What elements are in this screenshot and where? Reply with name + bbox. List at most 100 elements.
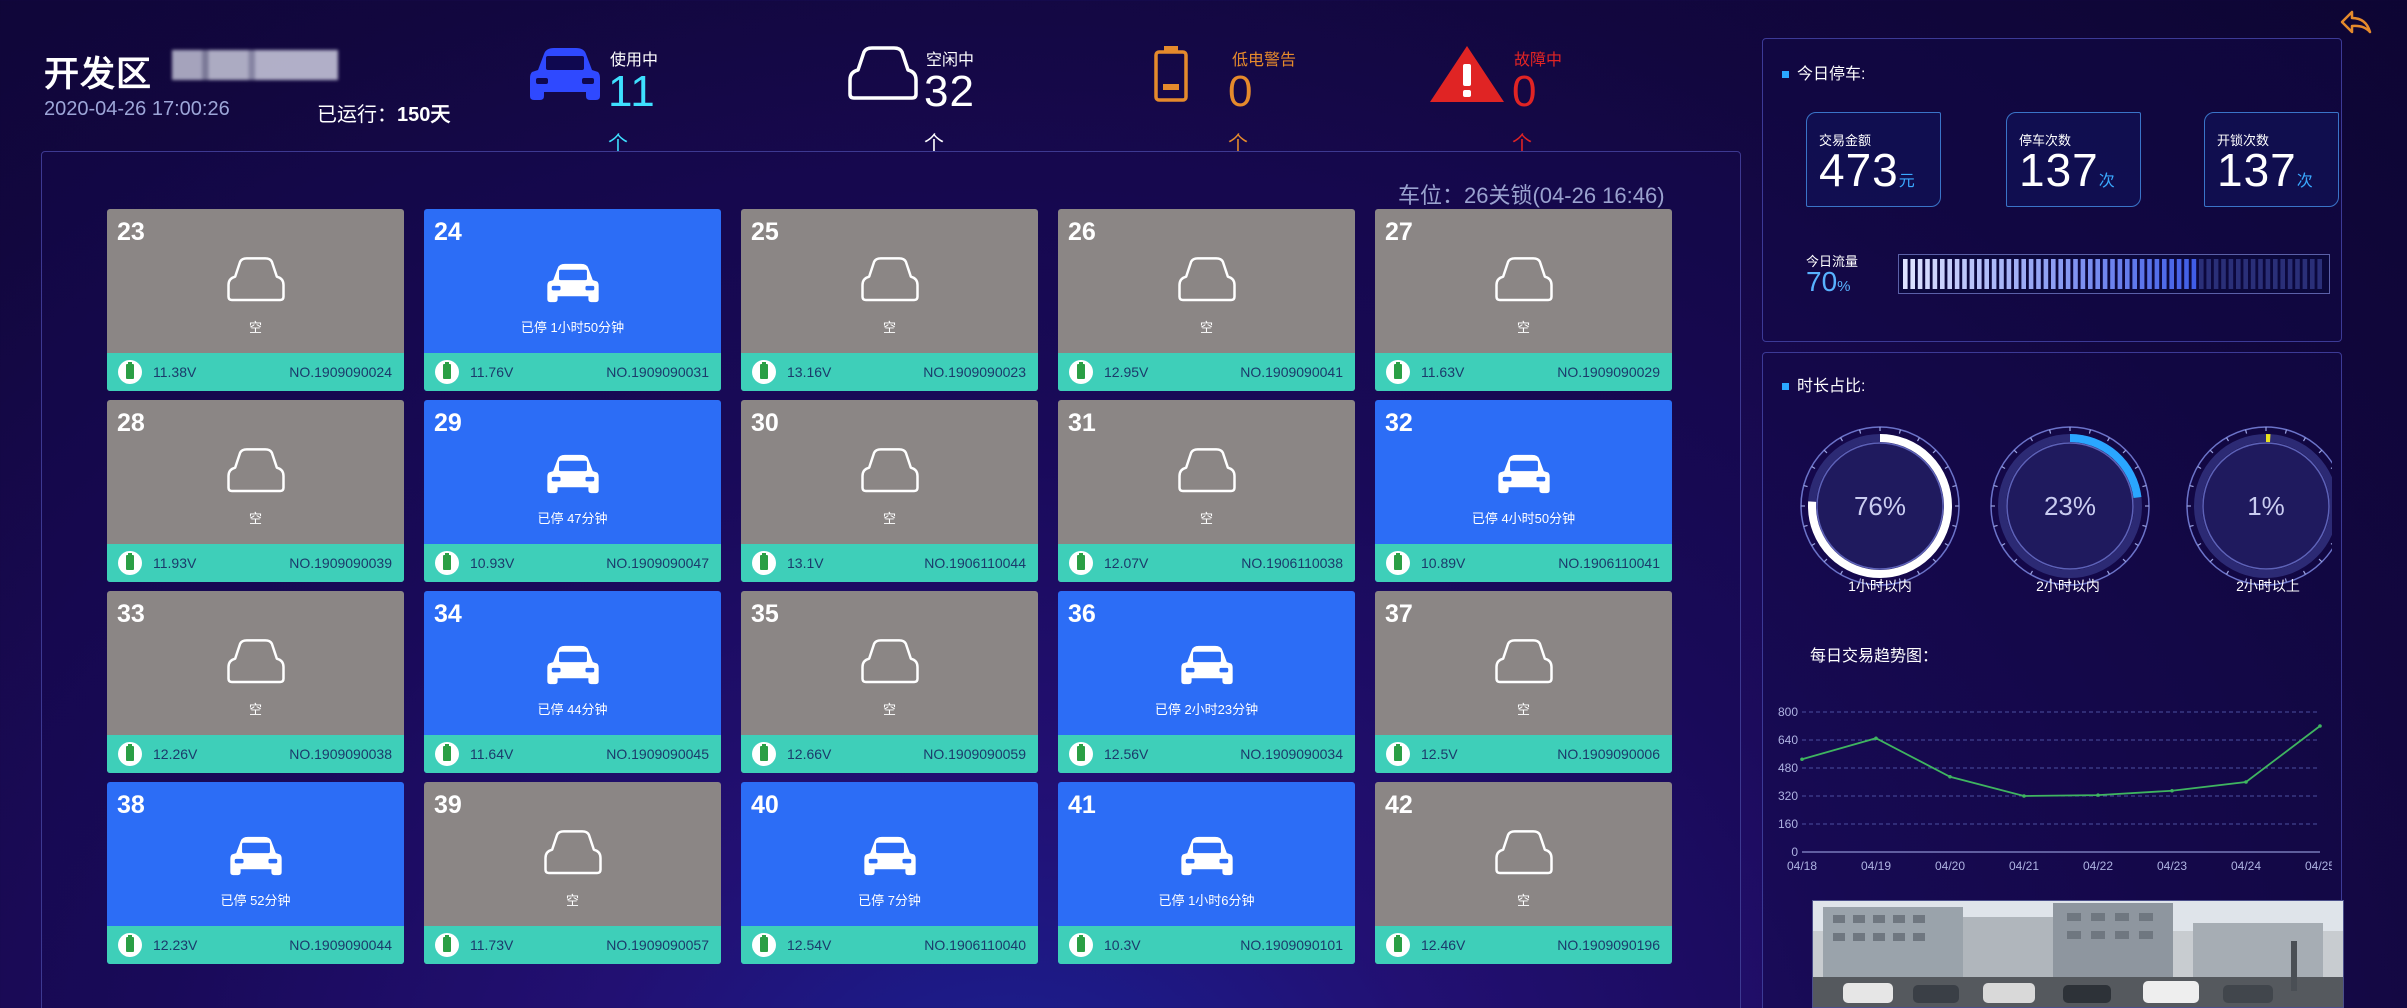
y-tick-label: 160 — [1778, 817, 1798, 831]
trend-point — [1948, 774, 1952, 779]
bay-voltage: 11.63V — [1421, 364, 1465, 380]
flow-segment-filled — [2169, 259, 2174, 289]
bay-footer: 11.73V NO.1909090057 — [424, 926, 721, 964]
duration-donut: 23% — [1990, 426, 2150, 586]
bay-footer: 11.63V NO.1909090029 — [1375, 353, 1672, 391]
parking-bay[interactable]: 40 已停 7分钟 12.54V NO.1906110040 — [741, 782, 1038, 964]
bay-footer: 11.38V NO.1909090024 — [107, 353, 404, 391]
parking-bay[interactable]: 32 已停 4小时50分钟 10.89V NO.1906110041 — [1375, 400, 1672, 582]
flow-segment-empty — [2228, 259, 2234, 289]
parking-bay[interactable]: 38 已停 52分钟 12.23V NO.1909090044 — [107, 782, 404, 964]
bay-number: 40 — [751, 791, 779, 819]
parking-bay[interactable]: 27 空 11.63V NO.1909090029 — [1375, 209, 1672, 391]
parking-bay[interactable]: 30 空 13.1V NO.1906110044 — [741, 400, 1038, 582]
bay-device-id: NO.1909090101 — [1240, 937, 1343, 953]
bay-footer: 12.26V NO.1909090038 — [107, 735, 404, 773]
y-tick-label: 0 — [1791, 845, 1798, 859]
battery-icon — [435, 360, 459, 384]
flow-segment-filled — [2058, 259, 2063, 289]
flow-segment-filled — [1991, 259, 1997, 289]
bay-voltage: 12.95V — [1104, 364, 1149, 380]
x-tick-label: 04/22 — [2083, 859, 2113, 873]
parking-bay[interactable]: 23 空 11.38V NO.1909090024 — [107, 209, 404, 391]
battery-icon — [118, 742, 142, 766]
parking-bay[interactable]: 29 已停 47分钟 10.93V NO.1909090047 — [424, 400, 721, 582]
battery-icon — [1386, 933, 1410, 957]
bay-device-id: NO.1906110040 — [924, 937, 1026, 953]
x-tick-label: 04/23 — [2157, 859, 2187, 873]
flow-segment-filled — [2132, 259, 2137, 289]
bay-status: 空 — [882, 511, 896, 526]
parking-bay[interactable]: 24 已停 1小时50分钟 11.76V NO.1909090031 — [424, 209, 721, 391]
flow-segment-empty — [2295, 259, 2300, 289]
bay-status: 空 — [1199, 320, 1213, 335]
today-flow-value: 70% — [1806, 266, 1851, 297]
bay-device-id: NO.1909090039 — [289, 555, 392, 571]
flow-segment-empty — [2273, 259, 2278, 289]
parking-bay[interactable]: 25 空 13.16V NO.1909090023 — [741, 209, 1038, 391]
car-outline-icon — [848, 46, 918, 100]
flow-segment-filled — [1999, 259, 2004, 289]
bay-device-id: NO.1909090031 — [606, 364, 709, 380]
bay-footer: 12.46V NO.1909090196 — [1375, 926, 1672, 964]
parking-bay[interactable]: 36 已停 2小时23分钟 12.56V NO.1909090034 — [1058, 591, 1355, 773]
today-parking-title: 今日停车: — [1782, 60, 1865, 84]
donut-label-2h: 2小时以内 — [2036, 578, 2100, 594]
parking-bay[interactable]: 26 空 12.95V NO.1909090041 — [1058, 209, 1355, 391]
bay-voltage: 12.46V — [1421, 937, 1466, 953]
car-outline-icon — [225, 446, 287, 501]
donut-label-over-2h: 2小时以上 — [2236, 578, 2300, 594]
flow-segment-filled — [2036, 259, 2041, 289]
flow-segment-filled — [1910, 259, 1915, 289]
parking-bay[interactable]: 34 已停 44分钟 11.64V NO.1909090045 — [424, 591, 721, 773]
back-icon[interactable] — [2336, 8, 2376, 38]
bay-voltage: 10.3V — [1104, 937, 1141, 953]
battery-low-icon — [1154, 46, 1188, 102]
flow-segment-filled — [1969, 259, 1975, 289]
parking-bay[interactable]: 41 已停 1小时6分钟 10.3V NO.1909090101 — [1058, 782, 1355, 964]
donut-percent-text: 76% — [1854, 491, 1906, 521]
bay-status: 空 — [1516, 702, 1530, 717]
bay-device-id: NO.1909090196 — [1557, 937, 1660, 953]
bay-device-id: NO.1909090029 — [1557, 364, 1660, 380]
kpi-unlock-count: 开锁次数 137次 — [2204, 112, 2339, 207]
flow-segment-empty — [2206, 259, 2211, 289]
battery-icon — [1069, 742, 1093, 766]
flow-segment-filled — [2139, 259, 2145, 289]
flow-segment-filled — [2080, 259, 2086, 289]
battery-icon — [1069, 551, 1093, 575]
parking-bay[interactable]: 39 空 11.73V NO.1909090057 — [424, 782, 721, 964]
parking-bay[interactable]: 31 空 12.07V NO.1906110038 — [1058, 400, 1355, 582]
bay-number: 41 — [1068, 791, 1096, 819]
flow-segment-filled — [1984, 259, 1989, 289]
battery-icon — [752, 933, 776, 957]
trend-chart-title: 每日交易趋势图： — [1810, 648, 1939, 665]
bay-voltage: 11.73V — [470, 937, 514, 953]
bay-footer: 11.93V NO.1909090039 — [107, 544, 404, 582]
parking-lot-photo-image — [1813, 901, 2343, 1007]
bay-voltage: 10.93V — [470, 555, 515, 571]
parking-bay[interactable]: 28 空 11.93V NO.1909090039 — [107, 400, 404, 582]
current-datetime: 2020-04-26 17:00:26 — [44, 98, 230, 120]
bay-number: 33 — [117, 600, 145, 628]
bay-device-id: NO.1909090023 — [923, 364, 1026, 380]
donut-percent-text: 23% — [2044, 491, 2096, 521]
flow-segment-empty — [2221, 259, 2226, 289]
bay-device-id: NO.1906110044 — [924, 555, 1026, 571]
donut-label-1h: 1小时以内 — [1848, 578, 1912, 594]
battery-icon — [752, 551, 776, 575]
bay-footer: 11.76V NO.1909090031 — [424, 353, 721, 391]
parking-bay[interactable]: 33 空 12.26V NO.1909090038 — [107, 591, 404, 773]
trend-point — [2244, 780, 2248, 784]
parking-bay[interactable]: 35 空 12.66V NO.1909090059 — [741, 591, 1038, 773]
car-outline-icon — [1176, 446, 1238, 501]
warning-icon — [1430, 46, 1504, 102]
trend-point — [2170, 788, 2174, 793]
flow-segment-filled — [2162, 259, 2167, 289]
parking-bay[interactable]: 37 空 12.5V NO.1909090006 — [1375, 591, 1672, 773]
flow-segment-filled — [2191, 259, 2197, 289]
site-title: 开发区 — [44, 55, 153, 94]
kpi-unlock-count-value: 137次 — [2217, 144, 2314, 196]
trend-point — [1800, 757, 1804, 762]
parking-bay[interactable]: 42 空 12.46V NO.1909090196 — [1375, 782, 1672, 964]
